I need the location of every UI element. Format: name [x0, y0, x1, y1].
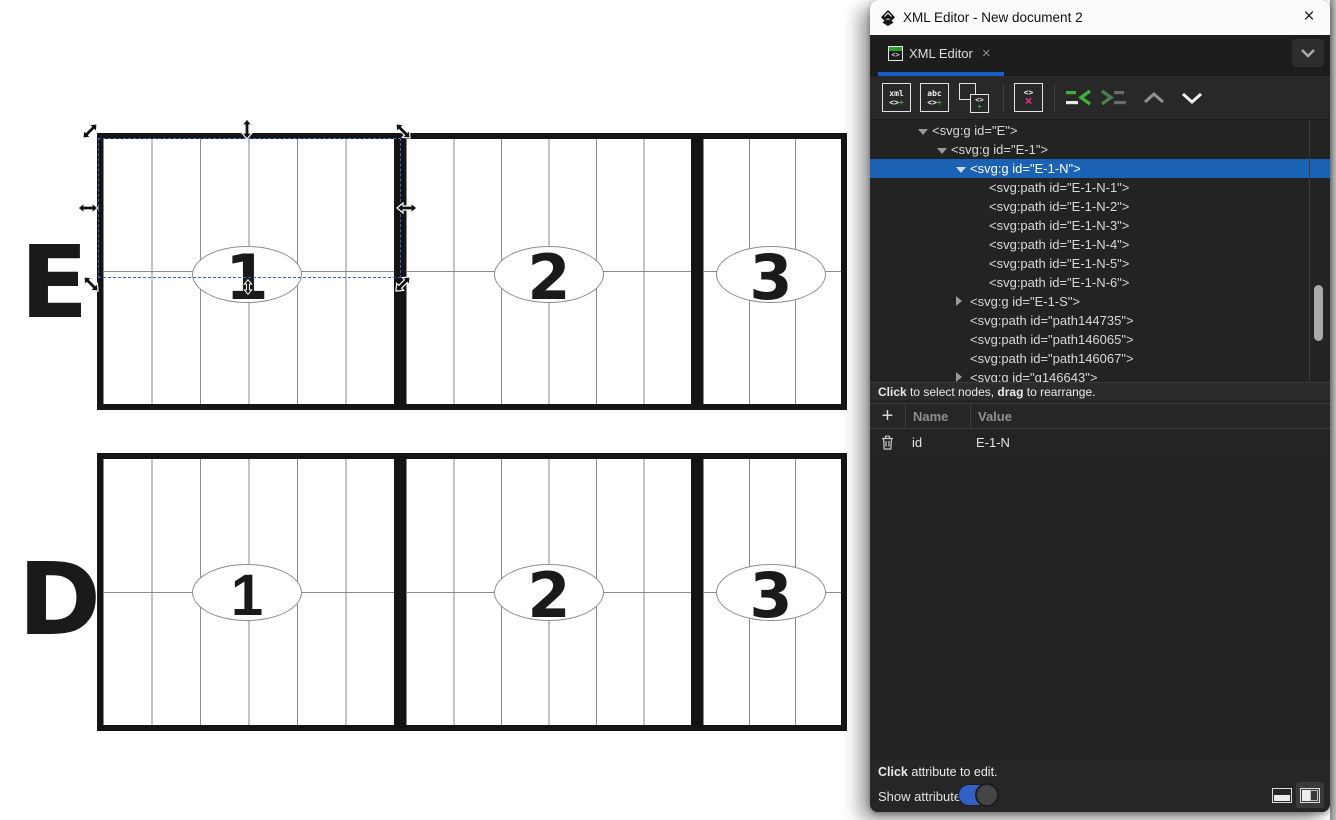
section-badge-d3[interactable]: 3 [716, 564, 826, 621]
new-text-node-button[interactable]: abc <>+ [920, 83, 949, 112]
xml-tree-node[interactable]: <svg:path id="E-1-N-4"> [870, 235, 1330, 254]
xml-tree-node[interactable]: <svg:path id="E-1-N-6"> [870, 273, 1330, 292]
xml-tree-node[interactable]: <svg:path id="E-1-N-1"> [870, 178, 1330, 197]
panel-menu-button[interactable] [1292, 39, 1324, 67]
show-attributes-label: Show attributes [878, 789, 968, 804]
split-horizontal-icon [1272, 788, 1292, 803]
delete-node-button[interactable]: <> × [1014, 83, 1043, 112]
xml-tree-node[interactable]: <svg:path id="path144735"> [870, 311, 1330, 330]
duplicate-node-button[interactable]: <>+ [958, 82, 989, 113]
layout-vertical-button[interactable] [1296, 782, 1324, 808]
selection-bbox [98, 138, 401, 278]
chevron-down-icon [1300, 48, 1316, 58]
expander-icon[interactable] [956, 368, 970, 382]
inkscape-logo-icon [879, 9, 897, 27]
section-badge-d1[interactable]: 1 [192, 564, 302, 621]
attribute-row[interactable]: id E-1-N [870, 429, 1330, 455]
scale-handle-s[interactable] [242, 276, 254, 298]
badge-number: 2 [527, 241, 570, 314]
badge-number: 3 [749, 241, 792, 314]
new-element-node-button[interactable]: xml <>+ [882, 83, 911, 112]
dialog-title: XML Editor - New document 2 [903, 10, 1083, 25]
attr-col-name: Name [906, 409, 970, 424]
badge-number: 1 [231, 562, 263, 629]
attributes-header: + Name Value [870, 403, 1330, 429]
xml-tree-node[interactable]: <svg:path id="E-1-N-3"> [870, 216, 1330, 235]
attributes-empty-area [870, 455, 1330, 760]
xml-tree-node[interactable]: <svg:path id="E-1-N-5"> [870, 254, 1330, 273]
scale-handle-w[interactable] [77, 202, 99, 214]
xml-node-tree[interactable]: <svg:g id="E"> <svg:g id="E-1"> <svg:g i… [870, 120, 1330, 382]
dialog-titlebar[interactable]: XML Editor - New document 2 × [870, 0, 1330, 35]
xml-tree-node[interactable]: <svg:g id="E-1"> [870, 140, 1330, 159]
tree-hint-text: Click to select nodes, drag to rearrange… [870, 382, 1330, 400]
xml-editor-dialog: XML Editor - New document 2 × <> XML Edi… [870, 0, 1330, 812]
xml-tree-node[interactable]: <svg:path id="E-1-N-2"> [870, 197, 1330, 216]
tree-scrollbar-thumb[interactable] [1314, 285, 1323, 341]
row-label-d[interactable]: D [18, 550, 101, 650]
xml-tree-node-selected[interactable]: <svg:g id="E-1-N"> [870, 159, 1330, 178]
xml-tree-node[interactable]: <svg:g id="E-1-S"> [870, 292, 1330, 311]
dialog-tabbar: <> XML Editor × [870, 35, 1330, 76]
close-icon[interactable]: × [1296, 4, 1322, 30]
attribute-name[interactable]: id [905, 435, 969, 450]
add-attribute-button[interactable]: + [870, 404, 905, 428]
scale-handle-n[interactable] [241, 118, 253, 140]
xml-toolbar: xml <>+ abc <>+ <>+ <> × [870, 76, 1330, 120]
toolbar-separator [1054, 84, 1055, 112]
tab-xml-editor[interactable]: <> XML Editor × [878, 35, 1001, 71]
toggle-knob [975, 783, 999, 807]
badge-number: 3 [749, 559, 792, 632]
expander-icon[interactable] [956, 159, 970, 178]
chevron-up-icon [1143, 92, 1165, 104]
attr-col-value: Value [971, 409, 1012, 424]
expander-icon[interactable] [918, 121, 932, 140]
expander-icon[interactable] [937, 140, 951, 159]
indent-node-button[interactable] [1101, 88, 1127, 108]
dialog-footer: Click attribute to edit. Show attributes [870, 760, 1330, 812]
indent-icon [1101, 88, 1127, 108]
xml-tree-node[interactable]: <svg:path id="path146065"> [870, 330, 1330, 349]
move-node-up-button[interactable] [1143, 92, 1165, 104]
toolbar-separator [1003, 84, 1004, 112]
badge-number: 2 [527, 559, 570, 632]
xml-tree-node[interactable]: <svg:path id="path146067"> [870, 349, 1330, 368]
tab-label: XML Editor [909, 46, 973, 61]
chevron-down-icon [1181, 92, 1203, 104]
scale-handle-e[interactable] [396, 202, 418, 214]
xml-editor-tab-icon: <> [888, 46, 903, 61]
plus-icon: + [882, 405, 894, 428]
xml-tree-node[interactable]: <svg:g id="E"> [870, 121, 1330, 140]
move-node-down-button[interactable] [1181, 92, 1203, 104]
section-badge-e2[interactable]: 2 [494, 246, 604, 303]
xml-tree-node[interactable]: <svg:g id="g146643"> [870, 368, 1330, 382]
expander-icon[interactable] [956, 292, 970, 311]
tab-close-icon[interactable]: × [982, 45, 991, 62]
trash-icon [881, 435, 894, 450]
unindent-icon [1065, 88, 1091, 108]
tree-scrollbar[interactable] [1309, 120, 1326, 382]
delete-attribute-button[interactable] [870, 429, 905, 455]
row-label-e[interactable]: E [20, 233, 88, 333]
layout-horizontal-button[interactable] [1268, 782, 1296, 808]
attribute-hint-text: Click attribute to edit. [878, 765, 998, 779]
show-attributes-toggle[interactable] [958, 784, 998, 806]
section-badge-e3[interactable]: 3 [716, 246, 826, 303]
window-edge-strip [1330, 0, 1336, 820]
split-vertical-icon [1300, 788, 1320, 803]
attribute-value[interactable]: E-1-N [969, 435, 1010, 450]
section-badge-d2[interactable]: 2 [494, 564, 604, 621]
unindent-node-button[interactable] [1065, 88, 1091, 108]
